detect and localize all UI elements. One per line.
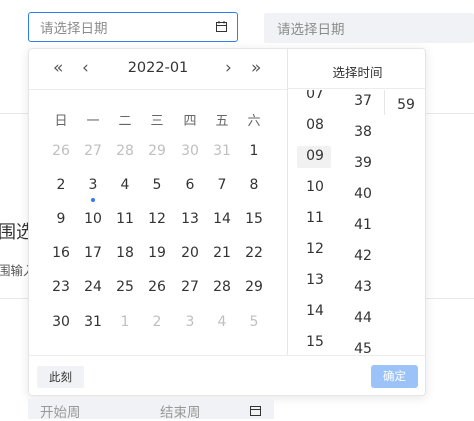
now-button[interactable]: 此刻 [37,366,84,388]
hour-option[interactable]: 11 [288,210,342,226]
calendar-day[interactable]: 3 [77,177,109,193]
calendar-day[interactable]: 29 [238,279,270,295]
calendar-day[interactable]: 4 [109,177,141,193]
minute-option[interactable]: 40 [342,186,384,202]
minute-option[interactable]: 44 [342,310,384,326]
hour-option[interactable]: 07 [288,90,342,102]
weekday-header: 日 [54,114,68,129]
calendar-day[interactable]: 1 [238,143,270,159]
calendar-day[interactable]: 22 [238,245,270,261]
calendar-day[interactable]: 13 [174,211,206,227]
calendar-day[interactable]: 1 [109,314,141,330]
hour-option[interactable]: 13 [288,272,342,288]
date-input-secondary[interactable]: 请选择日期 [264,13,474,43]
calendar-day[interactable]: 3 [174,314,206,330]
today-indicator [91,198,95,202]
background-divider [426,113,474,114]
calendar-header: « ‹ 2022-01 › » [29,49,287,90]
hour-column[interactable]: 07 08 09 10 11 12 13 14 15 [288,90,342,355]
datetime-picker-popup: « ‹ 2022-01 › » 日一二三四五六 26 27 28 29 30 31 1 2 3 4 5… [28,48,426,396]
hour-option[interactable]: 10 [288,179,342,195]
calendar-day[interactable]: 30 [174,143,206,159]
calendar-day[interactable]: 26 [45,143,77,159]
calendar-day[interactable]: 4 [206,314,238,330]
range-end-placeholder: 结束周 [160,405,201,421]
next-year-button[interactable]: » [251,58,261,78]
minute-option[interactable]: 42 [342,248,384,264]
calendar-icon [250,406,261,416]
calendar-day[interactable]: 5 [141,177,173,193]
calendar-day[interactable]: 24 [77,279,109,295]
hour-option[interactable]: 09 [288,148,342,164]
calendar-day[interactable]: 14 [206,211,238,227]
calendar-day[interactable]: 21 [206,245,238,261]
ok-button[interactable]: 确定 [371,365,418,388]
calendar-day[interactable]: 26 [141,279,173,295]
calendar-day[interactable]: 29 [141,143,173,159]
calendar-day[interactable]: 16 [45,245,77,261]
minute-column[interactable]: 37 38 39 40 41 42 43 44 45 [342,90,384,355]
calendar-day[interactable]: 17 [77,245,109,261]
calendar-day[interactable]: 20 [174,245,206,261]
date-input-placeholder: 请选择日期 [40,21,108,37]
date-input-active[interactable]: 请选择日期 [28,12,238,42]
calendar-day[interactable]: 9 [45,211,77,227]
date-input-placeholder: 请选择日期 [277,22,345,38]
calendar-day[interactable]: 5 [238,314,270,330]
time-panel-header: 选择时间 [288,49,425,89]
calendar-day[interactable]: 31 [206,143,238,159]
calendar-panel: « ‹ 2022-01 › » 日一二三四五六 26 27 28 29 30 31 1 2 3 4 5… [29,49,287,355]
calendar-day[interactable]: 2 [141,314,173,330]
hour-option[interactable]: 08 [288,117,342,133]
calendar-day[interactable]: 28 [109,143,141,159]
time-panel: 选择时间 07 08 09 10 11 12 13 14 15 37 38 39 40 41 42 43 44… [287,49,425,355]
second-column[interactable]: 59 [384,90,425,355]
calendar-day[interactable]: 10 [77,211,109,227]
calendar-icon [216,21,227,32]
minute-option[interactable]: 38 [342,124,384,140]
weekday-header: 三 [150,114,164,129]
background-divider [426,298,474,299]
weekday-header: 一 [86,114,100,129]
hour-option[interactable]: 15 [288,334,342,350]
minute-option[interactable]: 41 [342,217,384,233]
weekday-header: 四 [183,114,197,129]
time-panel-title: 选择时间 [332,65,383,80]
month-title[interactable]: 2022-01 [29,60,287,76]
calendar-day[interactable]: 19 [141,245,173,261]
calendar-day[interactable]: 7 [206,177,238,193]
calendar-day[interactable]: 15 [238,211,270,227]
weekday-header: 二 [118,114,132,129]
calendar-day[interactable]: 31 [77,314,109,330]
picker-footer: 此刻 确定 [29,355,425,395]
week-range-input[interactable]: 开始周 结束周 [28,399,274,421]
calendar-day[interactable]: 18 [109,245,141,261]
minute-option[interactable]: 37 [342,93,384,109]
calendar-day[interactable]: 27 [77,143,109,159]
calendar-day[interactable]: 30 [45,314,77,330]
range-start-placeholder: 开始周 [40,405,81,421]
minute-option[interactable]: 45 [342,341,384,355]
calendar-day[interactable]: 2 [45,177,77,193]
weekday-header: 五 [215,114,229,129]
hour-option[interactable]: 12 [288,241,342,257]
calendar-day[interactable]: 11 [109,211,141,227]
hour-option[interactable]: 14 [288,303,342,319]
calendar-day[interactable]: 27 [174,279,206,295]
calendar-day[interactable]: 6 [174,177,206,193]
calendar-day[interactable]: 25 [109,279,141,295]
second-option[interactable]: 59 [384,97,425,113]
minute-option[interactable]: 39 [342,155,384,171]
minute-option[interactable]: 43 [342,279,384,295]
calendar-day[interactable]: 12 [141,211,173,227]
next-month-button[interactable]: › [225,58,232,78]
background-divider [0,113,28,114]
calendar-day[interactable]: 23 [45,279,77,295]
calendar-day[interactable]: 8 [238,177,270,193]
calendar-day[interactable]: 28 [206,279,238,295]
weekday-header: 六 [247,114,261,129]
column-divider [384,90,385,115]
background-divider [0,298,28,299]
